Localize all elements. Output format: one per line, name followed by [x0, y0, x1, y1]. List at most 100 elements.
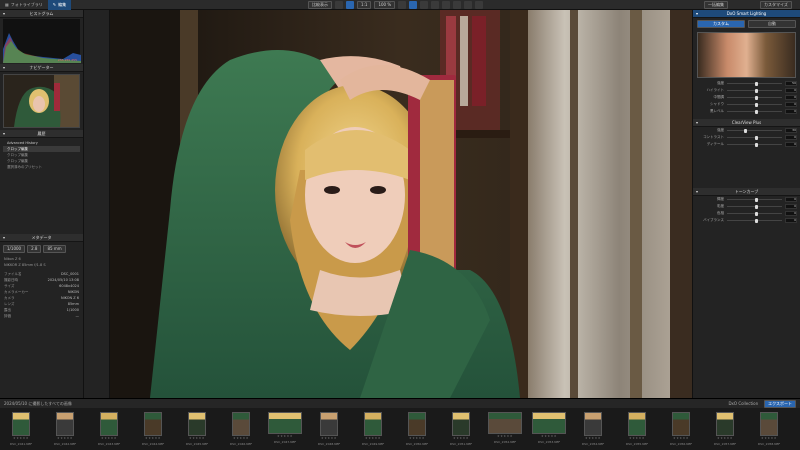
export-button[interactable]: エクスポート [764, 399, 796, 408]
rating-stars[interactable]: ★★★★★ [717, 436, 733, 440]
compare-button[interactable]: 比較表示 [308, 1, 332, 9]
slider-row[interactable]: 黒レベル 0 [693, 108, 800, 115]
slider-value[interactable]: 0 [785, 142, 797, 147]
slider-handle[interactable] [754, 218, 758, 223]
slider-handle[interactable] [754, 135, 758, 140]
picker-icon[interactable] [464, 1, 473, 9]
filmstrip-thumb[interactable]: ★★★★★ DSC_2058.NEF [750, 411, 788, 447]
slider-handle[interactable] [754, 142, 758, 147]
slider-handle[interactable] [743, 128, 747, 133]
navigator-thumbnail[interactable] [3, 74, 80, 128]
rating-stars[interactable]: ★★★★★ [365, 436, 381, 440]
histogram-header[interactable]: ▾ ヒストグラム [0, 10, 83, 18]
rating-stars[interactable]: ★★★★★ [57, 436, 73, 440]
rating-stars[interactable]: ★★★★★ [453, 436, 469, 440]
rating-stars[interactable]: ★★★★★ [145, 436, 161, 440]
rating-stars[interactable]: ★★★★★ [761, 436, 777, 440]
clearview-header[interactable]: ▾ ClearView Plus [693, 119, 800, 127]
slider-handle[interactable] [754, 95, 758, 100]
filmstrip-thumb[interactable]: ★★★★★ DSC_2055.NEF [618, 411, 656, 447]
rating-stars[interactable]: ★★★★★ [541, 434, 557, 438]
slider-track[interactable] [727, 204, 782, 209]
slider-handle[interactable] [754, 197, 758, 202]
slider-row[interactable]: シャドウ 0 [693, 101, 800, 108]
filmstrip-thumb[interactable]: ★★★★★ DSC_2050.NEF [398, 411, 436, 447]
slider-handle[interactable] [754, 211, 758, 216]
filmstrip-thumb[interactable]: ★★★★★ DSC_2046.NEF [222, 411, 260, 447]
rating-stars[interactable]: ★★★★★ [409, 436, 425, 440]
tab-customize[interactable]: ✎ 編集 [47, 0, 72, 10]
filmstrip-thumb[interactable]: ★★★★★ DSC_2044.NEF [134, 411, 172, 447]
repair-icon[interactable] [442, 1, 451, 9]
slider-handle[interactable] [754, 109, 758, 114]
slider-track[interactable] [727, 109, 782, 114]
slider-track[interactable] [727, 218, 782, 223]
smart-lighting-header[interactable]: ▾ DxO Smart Lighting [693, 10, 800, 18]
fit-button[interactable]: 100 % [374, 1, 396, 9]
workspace-button[interactable]: カスタマイズ [760, 1, 792, 9]
rating-stars[interactable]: ★★★★★ [585, 436, 601, 440]
slider-value[interactable]: 50 [785, 81, 797, 86]
slider-row[interactable]: 強度 30 [693, 127, 800, 134]
slider-track[interactable] [727, 88, 782, 93]
rating-stars[interactable]: ★★★★★ [673, 436, 689, 440]
filmstrip-thumb[interactable]: ★★★★★ DSC_2045.NEF [178, 411, 216, 447]
collection-filter[interactable]: DxO Collection [728, 401, 758, 406]
metadata-header[interactable]: ▾ メタデータ [0, 234, 83, 242]
split-view-icon[interactable] [335, 1, 343, 9]
filmstrip-thumb[interactable]: ★★★★★ DSC_2047.NEF [266, 411, 304, 447]
slider-row[interactable]: コントラスト 0 [693, 134, 800, 141]
rating-stars[interactable]: ★★★★★ [13, 436, 29, 440]
slider-row[interactable]: 彩度 0 [693, 203, 800, 210]
rating-stars[interactable]: ★★★★★ [233, 436, 249, 440]
slider-value[interactable]: 0 [785, 88, 797, 93]
perspective-icon[interactable] [420, 1, 429, 9]
slider-row[interactable]: 中間調 0 [693, 94, 800, 101]
slider-value[interactable]: 0 [785, 197, 797, 202]
filmstrip-thumb[interactable]: ★★★★★ DSC_2057.NEF [706, 411, 744, 447]
slider-row[interactable]: ディテール 0 [693, 141, 800, 148]
slider-track[interactable] [727, 142, 782, 147]
slider-track[interactable] [727, 81, 782, 86]
rating-stars[interactable]: ★★★★★ [277, 434, 293, 438]
rating-stars[interactable]: ★★★★★ [189, 436, 205, 440]
filmstrip-thumb[interactable]: ★★★★★ DSC_2051.NEF [442, 411, 480, 447]
mode-auto-button[interactable]: 自動 [748, 20, 796, 28]
filmstrip-thumb[interactable]: ★★★★★ DSC_2049.NEF [354, 411, 392, 447]
straighten-icon[interactable] [409, 1, 418, 9]
navigator-header[interactable]: ▾ ナビゲーター [0, 64, 83, 72]
history-header[interactable]: ▾ 履歴 [0, 130, 83, 138]
slider-value[interactable]: 0 [785, 102, 797, 107]
slider-value[interactable]: 0 [785, 109, 797, 114]
slider-handle[interactable] [754, 204, 758, 209]
batch-edit-button[interactable]: 一括編集 [704, 1, 728, 9]
grid-icon[interactable] [475, 1, 484, 9]
filmstrip-thumb[interactable]: ★★★★★ DSC_2043.NEF [90, 411, 128, 447]
slider-track[interactable] [727, 102, 782, 107]
slider-value[interactable]: 0 [785, 218, 797, 223]
slider-track[interactable] [727, 211, 782, 216]
filmstrip-thumb[interactable]: ★★★★★ DSC_2048.NEF [310, 411, 348, 447]
crop-icon[interactable] [398, 1, 407, 9]
slider-value[interactable]: 0 [785, 211, 797, 216]
main-photo-viewer[interactable] [110, 10, 692, 398]
slider-row[interactable]: 強度 50 [693, 80, 800, 87]
slider-handle[interactable] [754, 88, 758, 93]
history-item[interactable]: 選択済みのプリセット [3, 164, 80, 170]
mode-custom-button[interactable]: カスタム [697, 20, 745, 28]
rating-stars[interactable]: ★★★★★ [321, 436, 337, 440]
slider-row[interactable]: ハイライト 0 [693, 87, 800, 94]
single-view-icon[interactable] [346, 1, 354, 9]
slider-track[interactable] [727, 197, 782, 202]
slider-row[interactable]: 輝度 0 [693, 196, 800, 203]
slider-handle[interactable] [754, 102, 758, 107]
filmstrip-thumb[interactable]: ★★★★★ DSC_2054.NEF [574, 411, 612, 447]
slider-track[interactable] [727, 128, 782, 133]
filmstrip-thumb[interactable]: ★★★★★ DSC_2056.NEF [662, 411, 700, 447]
slider-value[interactable]: 0 [785, 204, 797, 209]
tone-curve-header[interactable]: ▾ トーンカーブ [693, 188, 800, 196]
rating-stars[interactable]: ★★★★★ [497, 434, 513, 438]
tab-photo-library[interactable]: ▦ フォトライブラリ [0, 0, 48, 10]
filmstrip-thumb[interactable]: ★★★★★ DSC_2041.NEF [2, 411, 40, 447]
local-adjust-icon[interactable] [453, 1, 462, 9]
